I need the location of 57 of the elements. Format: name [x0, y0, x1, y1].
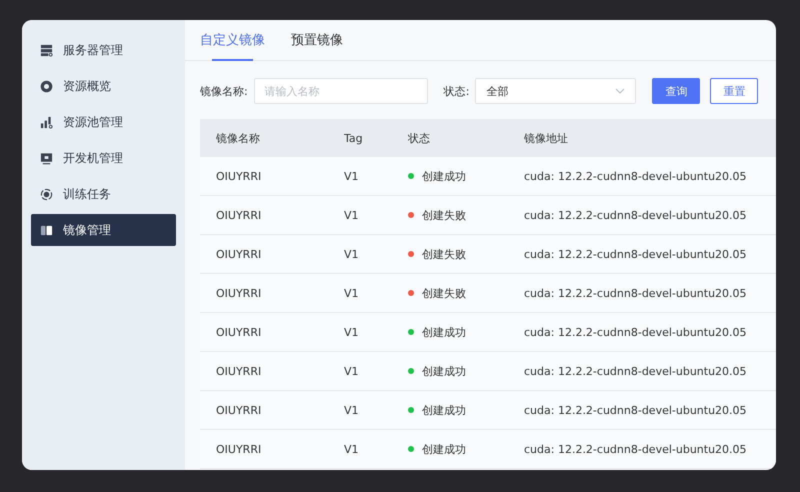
- table-cell: cuda: 12.2.2-cudnn8-devel-ubuntu20.05: [524, 404, 747, 416]
- field-label: 镜像名称:: [200, 84, 248, 98]
- field-label: 状态:: [444, 84, 470, 98]
- column-header: Tag: [344, 132, 363, 144]
- status-text: 创建成功: [422, 442, 466, 456]
- table-cell: OIUYRRI: [216, 170, 262, 182]
- monitor-icon: [40, 152, 53, 164]
- table-cell: cuda: 12.2.2-cudnn8-devel-ubuntu20.05: [524, 208, 747, 222]
- table-cell: V1: [344, 248, 359, 260]
- status-dropdown[interactable]: 全部: [475, 78, 636, 104]
- sidebar-item[interactable]: 服务器管理: [31, 34, 176, 66]
- sidebar-item[interactable]: 训练任务: [31, 178, 176, 210]
- target-icon: [40, 188, 53, 200]
- table-cell: cuda: 12.2.2-cudnn8-devel-ubuntu20.05: [524, 442, 747, 456]
- column-header: 镜像地址: [524, 132, 568, 144]
- table-cell: OIUYRRI: [216, 248, 262, 260]
- sidebar-item[interactable]: 镜像管理: [31, 214, 176, 246]
- status-text: 创建成功: [422, 324, 466, 340]
- status-text: 创建成功: [422, 168, 466, 184]
- tab[interactable]: 预置镜像: [291, 20, 343, 60]
- table-cell: cuda: 12.2.2-cudnn8-devel-ubuntu20.05: [524, 170, 747, 182]
- tab[interactable]: 自定义镜像: [200, 20, 265, 60]
- table-cell: V1: [344, 364, 359, 378]
- query-button[interactable]: 查询: [652, 78, 700, 104]
- chevron-down-icon: [615, 88, 626, 94]
- table-cell: V1: [344, 404, 359, 416]
- status-text: 创建失败: [422, 246, 466, 262]
- reset-button[interactable]: 重置: [710, 78, 758, 104]
- table-cell: cuda: 12.2.2-cudnn8-devel-ubuntu20.05: [524, 248, 747, 260]
- status-text: 创建成功: [422, 402, 466, 418]
- sidebar-item[interactable]: 资源概览: [31, 70, 176, 102]
- table-cell: V1: [344, 286, 359, 300]
- table-cell: OIUYRRI: [216, 326, 262, 338]
- status-text: 创建成功: [422, 364, 466, 378]
- status-text: 创建失败: [422, 208, 466, 222]
- image-icon: [40, 224, 53, 236]
- table-cell: V1: [344, 208, 359, 222]
- table-cell: cuda: 12.2.2-cudnn8-devel-ubuntu20.05: [524, 286, 747, 300]
- table-cell: OIUYRRI: [216, 364, 262, 378]
- name-search-field[interactable]: 请输入名称: [254, 78, 428, 104]
- donut-chart-icon: [40, 80, 53, 92]
- bar-chart-icon: [40, 116, 53, 128]
- table-cell: V1: [344, 170, 359, 182]
- status-text: 创建失败: [422, 286, 466, 300]
- sidebar-item[interactable]: 资源池管理: [31, 106, 176, 138]
- table-cell: OIUYRRI: [216, 208, 262, 222]
- table-cell: OIUYRRI: [216, 442, 262, 456]
- table-cell: OIUYRRI: [216, 404, 262, 416]
- column-header: 镜像名称: [216, 132, 260, 144]
- sidebar-item[interactable]: 开发机管理: [31, 142, 176, 174]
- table-cell: cuda: 12.2.2-cudnn8-devel-ubuntu20.05: [524, 364, 747, 378]
- server-icon: [40, 44, 53, 56]
- column-header: 状态: [408, 132, 430, 144]
- table-cell: V1: [344, 442, 359, 456]
- table-cell: V1: [344, 326, 359, 338]
- table-cell: cuda: 12.2.2-cudnn8-devel-ubuntu20.05: [524, 326, 747, 338]
- table-cell: OIUYRRI: [216, 286, 262, 300]
